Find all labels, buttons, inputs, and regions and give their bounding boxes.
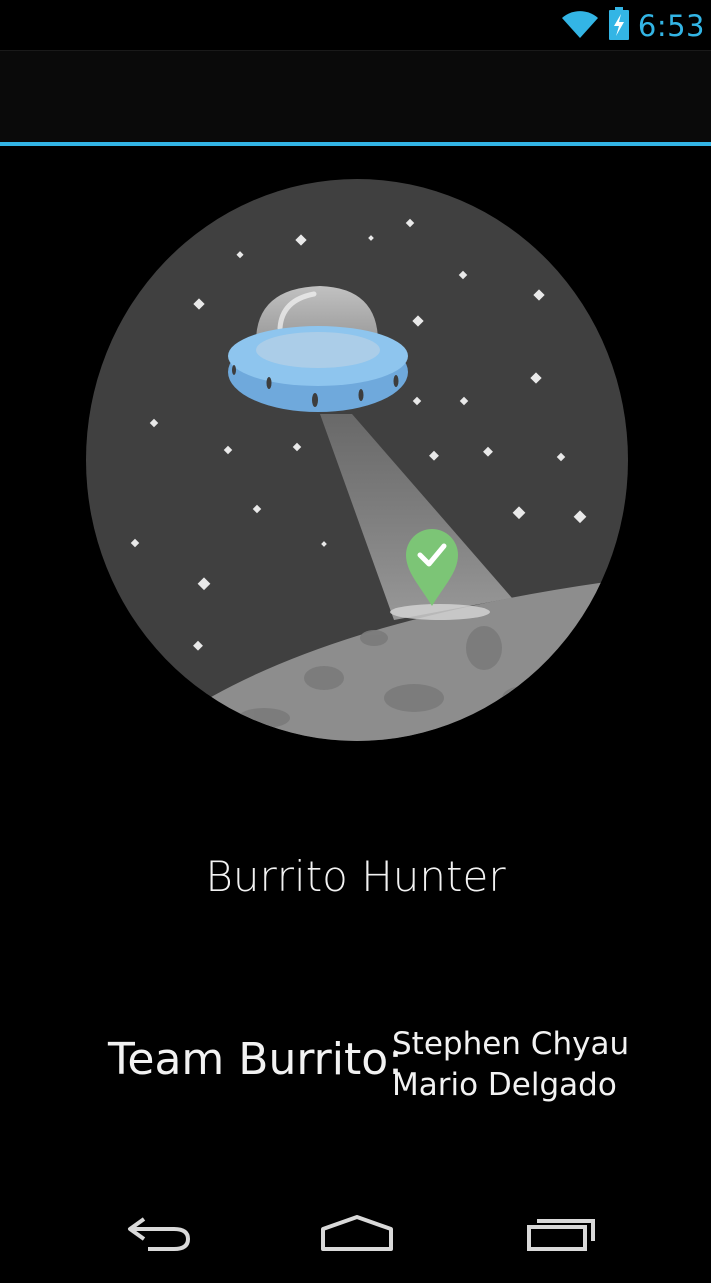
wifi-icon bbox=[560, 8, 600, 44]
ufo-illustration bbox=[84, 178, 630, 742]
app-title: Burrito Hunter bbox=[205, 852, 506, 901]
recent-apps-icon bbox=[525, 1213, 597, 1257]
home-icon bbox=[319, 1213, 395, 1257]
team-members: Stephen Chyau Mario Delgado bbox=[392, 1024, 629, 1106]
team-label: Team Burrito: bbox=[108, 1034, 403, 1085]
clock: 6:53 bbox=[637, 9, 705, 43]
back-icon bbox=[124, 1213, 194, 1257]
team-member: Mario Delgado bbox=[392, 1067, 617, 1103]
back-button[interactable] bbox=[104, 1205, 214, 1265]
battery-charging-icon bbox=[608, 7, 630, 45]
team-member: Stephen Chyau bbox=[392, 1026, 630, 1062]
navigation-bar bbox=[0, 1190, 711, 1283]
status-bar: 6:53 bbox=[0, 0, 711, 50]
action-bar-divider bbox=[0, 142, 711, 146]
home-button[interactable] bbox=[302, 1205, 412, 1265]
action-bar bbox=[0, 50, 711, 143]
status-icons: 6:53 bbox=[560, 6, 705, 46]
recent-apps-button[interactable] bbox=[506, 1205, 616, 1265]
